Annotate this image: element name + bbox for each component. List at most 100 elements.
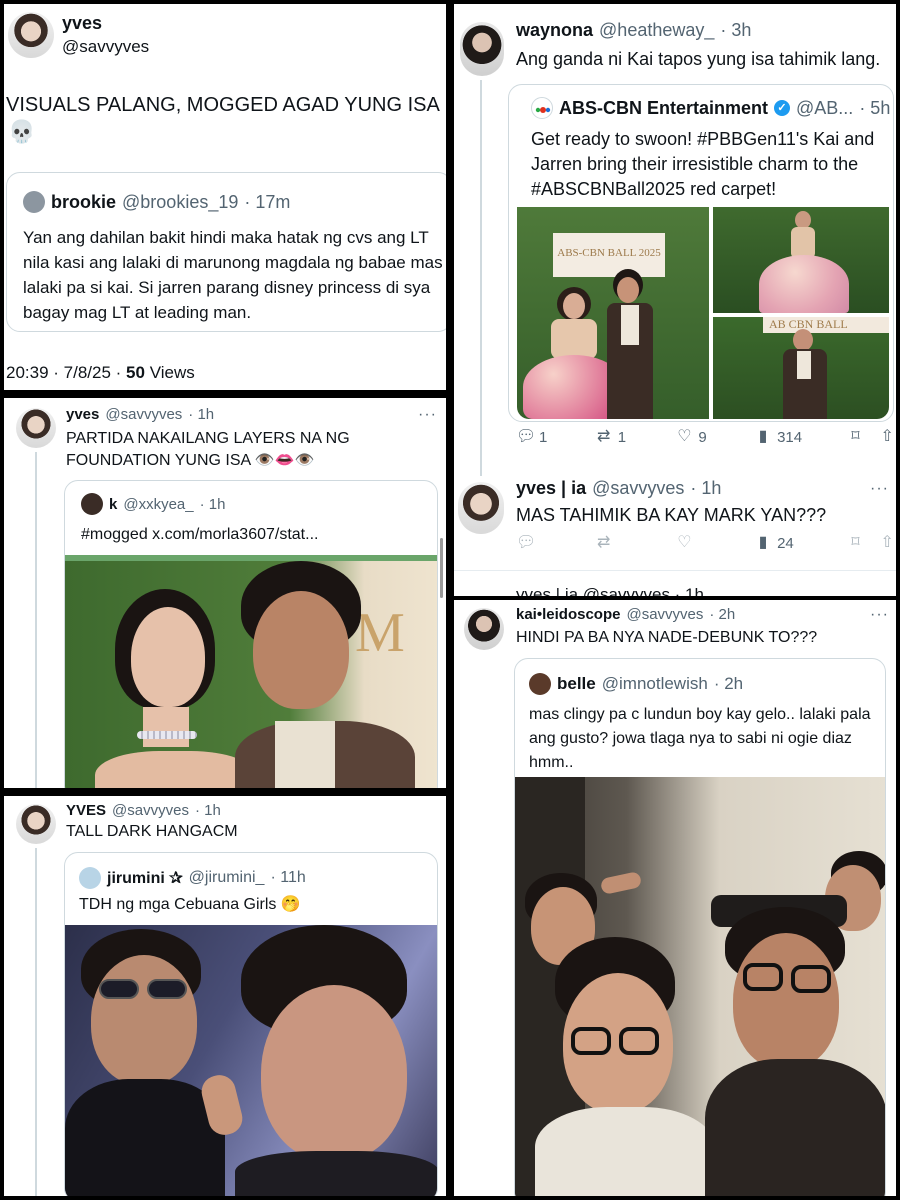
quote-time: · 5h <box>859 97 891 118</box>
share-icon[interactable]: ⇧ <box>878 534 896 552</box>
tweet-text-body: VISUALS PALANG, MOGGED AGAD YUNG ISA <box>6 94 440 116</box>
person-face <box>733 933 839 1069</box>
tweet-time: · 2h <box>709 606 736 623</box>
author-avatar[interactable] <box>460 22 504 76</box>
reply-author-handle[interactable]: @savvyves <box>592 478 684 499</box>
reply-author-avatar[interactable] <box>458 482 504 534</box>
quote-header: k @xxkyea_ · 1h <box>81 493 225 515</box>
share-icon[interactable]: ⇧ <box>878 428 896 446</box>
quote-handle[interactable]: @imnotlewish <box>602 674 708 694</box>
reply-header: yves | ia @savvyves · 1h <box>516 478 721 499</box>
quoted-tweet[interactable]: jirumini ✰ @jirumini_ · 11h TDH ng mga C… <box>64 852 438 1196</box>
views-label: Views <box>149 363 195 382</box>
quote-author[interactable]: jirumini ✰ <box>107 868 183 888</box>
reply-button[interactable]: 💬︎ 1 <box>516 428 595 446</box>
views-button[interactable]: ▮ 24 <box>754 534 843 552</box>
author-avatar[interactable] <box>16 804 56 844</box>
reply-icon: 💬︎ <box>516 534 537 551</box>
author-handle[interactable]: @savvyves <box>112 802 189 819</box>
reply-text: MAS TAHIMIK BA KAY MARK YAN??? <box>516 505 827 525</box>
author-handle[interactable]: @savvyves <box>62 36 149 58</box>
like-button[interactable]: ♡ <box>675 534 754 552</box>
author-name[interactable]: waynona <box>516 20 593 41</box>
tweet-card-abs-cbn: waynona @heatheway_ · 3h Ang ganda ni Ka… <box>454 4 896 596</box>
white-shirt <box>535 1107 715 1196</box>
quote-avatar[interactable] <box>529 673 551 695</box>
man-shirt <box>275 721 335 788</box>
person-face <box>91 955 197 1085</box>
quoted-tweet[interactable]: brookie @brookies_19 · 17m Yan ang dahil… <box>6 172 446 332</box>
skull-emoji: 💀 <box>8 119 36 144</box>
black-jacket <box>65 1079 225 1196</box>
red-carpet-photo-3[interactable]: AB CBN BALL <box>713 317 889 419</box>
choker-necklace <box>137 731 197 739</box>
repost-button[interactable]: ⇄ <box>595 534 676 552</box>
more-icon[interactable]: ··· <box>870 480 889 498</box>
views-count: 314 <box>777 428 803 446</box>
cut-off-reply: yves | ia @savvyves · 1h <box>516 585 704 596</box>
reply-author-name[interactable]: yves | ia <box>516 478 586 499</box>
tweet-timestamp[interactable]: 20:39 · 7/8/25 · <box>6 363 121 382</box>
dark-shirt <box>235 1151 437 1196</box>
author-name[interactable]: yves <box>66 406 99 423</box>
like-icon: ♡ <box>677 428 692 445</box>
red-carpet-photo-1[interactable]: ABS-CBN BALL 2025 <box>517 207 709 419</box>
repost-button[interactable]: ⇄ 1 <box>595 428 676 446</box>
quote-handle[interactable]: @brookies_19 <box>122 192 238 213</box>
tweet-text: Ang ganda ni Kai tapos yung isa tahimik … <box>516 49 881 69</box>
like-button[interactable]: ♡ 9 <box>675 428 754 446</box>
more-icon[interactable]: ··· <box>418 406 437 424</box>
author-name[interactable]: YVES <box>66 802 106 819</box>
author-avatar[interactable] <box>16 408 56 448</box>
tweet-header: yves @savvyves · 1h <box>66 406 214 423</box>
tweet-card-debunk: kai•leidoscope @savvyves · 2h ··· HINDI … <box>454 600 896 1196</box>
bookmark-icon[interactable]: ⌑ <box>847 534 865 552</box>
quote-author[interactable]: ABS-CBN Entertainment <box>559 98 768 119</box>
author-name[interactable]: yves <box>62 12 102 35</box>
reply-button[interactable]: 💬︎ <box>516 534 595 552</box>
author-name[interactable]: kai•leidoscope <box>516 606 620 623</box>
quoted-tweet[interactable]: k @xxkyea_ · 1h #mogged x.com/morla3607/… <box>64 480 438 788</box>
quote-handle[interactable]: @jirumini_ <box>189 869 265 887</box>
tweet-time: · 3h <box>720 20 752 40</box>
quote-handle[interactable]: @xxkyea_ <box>123 496 193 513</box>
quote-text: TDH ng mga Cebuana Girls 🤭 <box>79 896 301 913</box>
woman-neck <box>143 707 189 747</box>
quote-handle[interactable]: @AB... <box>796 98 853 119</box>
author-handle[interactable]: @savvyves <box>626 606 703 623</box>
tweet-text: HINDI PA BA NYA NADE-DEBUNK TO??? <box>516 629 818 646</box>
quote-avatar[interactable] <box>23 191 45 213</box>
quoted-tweet[interactable]: belle @imnotlewish · 2h mas clingy pa c … <box>514 658 886 1196</box>
person-face <box>617 277 639 303</box>
author-handle[interactable]: @savvyves <box>105 406 182 423</box>
quoted-photo[interactable] <box>515 777 885 1196</box>
quoted-photo[interactable] <box>65 925 437 1196</box>
quoted-tweet[interactable]: ABS-CBN Entertainment ✓ @AB... · 5h Get … <box>508 84 894 422</box>
author-avatar[interactable] <box>464 608 504 650</box>
tweet-text: TALL DARK HANGACM <box>66 823 238 840</box>
glasses-left-lens <box>571 1027 611 1055</box>
quote-header: belle @imnotlewish · 2h <box>529 673 743 695</box>
abs-cbn-logo-icon[interactable] <box>531 97 553 119</box>
more-icon[interactable]: ··· <box>870 606 889 624</box>
quoted-photo[interactable]: M <box>65 561 437 788</box>
quote-author[interactable]: brookie <box>51 192 116 213</box>
red-carpet-photo-2[interactable] <box>713 207 889 313</box>
verified-icon: ✓ <box>774 100 791 116</box>
author-avatar[interactable] <box>8 12 54 58</box>
views-button[interactable]: ▮ 314 <box>754 428 843 446</box>
bookmark-icon[interactable]: ⌑ <box>847 428 865 446</box>
author-handle[interactable]: @heatheway_ <box>599 20 714 41</box>
quote-author[interactable]: k <box>109 496 117 513</box>
person-face <box>261 985 407 1161</box>
tweet-header: YVES @savvyves · 1h <box>66 802 221 819</box>
quote-avatar[interactable] <box>79 867 101 889</box>
scrollbar[interactable] <box>440 538 443 598</box>
event-sign: ABS-CBN BALL 2025 <box>553 233 665 277</box>
repost-count: 1 <box>617 428 627 446</box>
quote-header: ABS-CBN Entertainment ✓ @AB... · 5h <box>531 97 890 119</box>
views-count: 50 <box>126 363 145 382</box>
quote-avatar[interactable] <box>81 493 103 515</box>
gown-bodice <box>551 319 597 359</box>
quote-author[interactable]: belle <box>557 674 596 694</box>
